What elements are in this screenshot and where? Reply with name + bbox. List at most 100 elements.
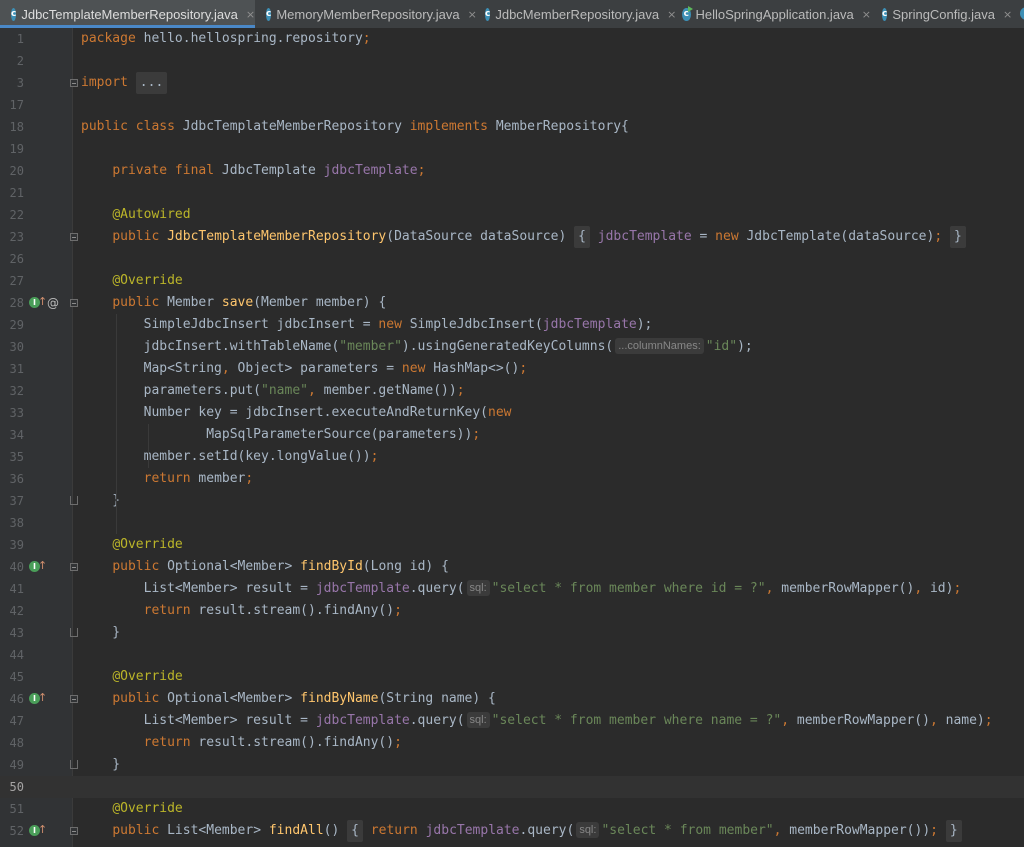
code-line[interactable]: 32 parameters.put("name", member.getName… — [0, 380, 1024, 402]
code-line[interactable]: 26 — [0, 248, 1024, 270]
code-line[interactable]: 44 — [0, 644, 1024, 666]
code-text: public JdbcTemplateMemberRepository(Data… — [81, 226, 966, 248]
code-token: } — [81, 625, 121, 640]
code-text: public List<Member> findAll() { return j… — [81, 820, 962, 842]
tab-0[interactable]: c JdbcTemplateMemberRepository.java × — [0, 0, 255, 28]
tab-1[interactable]: c MemoryMemberRepository.java × — [255, 0, 477, 28]
code-token: result.stream().findAny() — [198, 735, 395, 750]
code-line[interactable]: 50 — [0, 776, 1024, 798]
folded-code-marker[interactable]: { — [574, 226, 590, 248]
code-line[interactable]: 30 jdbcInsert.withTableName("member").us… — [0, 336, 1024, 358]
fold-end-icon[interactable] — [70, 496, 78, 505]
code-editor[interactable]: 1 package hello.hellospring.repository; 2 3… — [0, 28, 1024, 847]
code-line[interactable]: 17 — [0, 94, 1024, 116]
line-number: 47 — [9, 714, 24, 728]
fold-toggle-icon[interactable] — [70, 299, 78, 307]
code-token: jdbcTemplate — [425, 823, 520, 838]
fold-toggle-icon[interactable] — [70, 563, 78, 571]
code-line[interactable]: 22 @Autowired — [0, 204, 1024, 226]
tab-3[interactable]: c HelloSpringApplication.java × — [671, 0, 871, 28]
tab-4[interactable]: c SpringConfig.java × — [871, 0, 1012, 28]
close-icon[interactable]: × — [1003, 8, 1012, 21]
folded-code-marker[interactable]: ... — [135, 72, 168, 94]
fold-toggle-icon[interactable] — [70, 827, 78, 835]
code-token: .query( — [409, 713, 465, 728]
parameter-hint: sql: — [576, 822, 600, 838]
code-token: ; — [953, 581, 962, 596]
code-line[interactable]: 1 package hello.hellospring.repository; — [0, 28, 1024, 50]
code-line[interactable]: 31 Map<String, Object> parameters = new … — [0, 358, 1024, 380]
overflow-tab[interactable] — [1012, 0, 1024, 28]
code-token: member — [198, 471, 246, 486]
line-number: 36 — [9, 472, 24, 486]
code-token: ; — [930, 823, 946, 838]
tab-2[interactable]: c JdbcMemberRepository.java × — [474, 0, 676, 28]
code-line[interactable]: 42 return result.stream().findAny(); — [0, 600, 1024, 622]
code-line[interactable]: 35 member.setId(key.longValue()); — [0, 446, 1024, 468]
code-token: @Override — [112, 669, 183, 684]
fold-end-icon[interactable] — [70, 760, 78, 769]
code-token: private final — [112, 163, 222, 178]
code-line[interactable]: 28 I ↑ @ public Member save(Member member) … — [0, 292, 1024, 314]
code-line[interactable]: 19 — [0, 138, 1024, 160]
code-line[interactable]: 23 public JdbcTemplateMemberRepository(D… — [0, 226, 1024, 248]
code-token: (Long id) { — [362, 559, 449, 574]
code-line[interactable]: 45 @Override — [0, 666, 1024, 688]
code-token: public — [112, 559, 168, 574]
code-line[interactable]: 20 private final JdbcTemplate jdbcTempla… — [0, 160, 1024, 182]
code-line[interactable]: 39 @Override — [0, 534, 1024, 556]
at-sign-icon[interactable]: @ — [47, 292, 59, 314]
code-token: MemberRepository{ — [495, 119, 629, 134]
line-number: 32 — [9, 384, 24, 398]
line-number: 19 — [9, 142, 24, 156]
code-text: } — [81, 622, 120, 644]
folded-code-marker[interactable]: } — [945, 820, 962, 842]
line-number: 28 — [9, 296, 24, 310]
code-line[interactable]: 48 return result.stream().findAny(); — [0, 732, 1024, 754]
arrow-up-icon: ↑ — [38, 559, 48, 572]
close-icon[interactable]: × — [246, 8, 255, 21]
code-token: @Override — [112, 273, 183, 288]
line-number: 48 — [9, 736, 24, 750]
code-line[interactable]: 3 import ... — [0, 72, 1024, 94]
code-line[interactable]: 38 — [0, 512, 1024, 534]
code-token: return — [143, 735, 199, 750]
fold-toggle-icon[interactable] — [70, 233, 78, 241]
line-number: 43 — [9, 626, 24, 640]
fold-toggle-icon[interactable] — [70, 79, 78, 87]
class-icon: c — [266, 7, 272, 21]
folded-code-marker[interactable]: { — [347, 820, 363, 842]
code-line[interactable]: 40 I ↑ public Optional<Member> findById(Lo… — [0, 556, 1024, 578]
code-line[interactable]: 41 List<Member> result = jdbcTemplate.qu… — [0, 578, 1024, 600]
code-token: JdbcTemplateMemberRepository — [167, 229, 387, 244]
code-line[interactable]: 47 List<Member> result = jdbcTemplate.qu… — [0, 710, 1024, 732]
code-line[interactable]: 52 I ↑ public List<Member> findAll() { ret… — [0, 820, 1024, 842]
folded-code-marker[interactable]: } — [949, 226, 966, 248]
code-line[interactable]: 51 @Override — [0, 798, 1024, 820]
line-number: 26 — [9, 252, 24, 266]
fold-toggle-icon[interactable] — [70, 695, 78, 703]
code-line[interactable]: 21 — [0, 182, 1024, 204]
fold-end-icon[interactable] — [70, 628, 78, 637]
code-token: public — [112, 691, 168, 706]
code-line[interactable]: 18 public class JdbcTemplateMemberReposit… — [0, 116, 1024, 138]
code-line[interactable]: 43 } — [0, 622, 1024, 644]
code-token: ; — [472, 427, 481, 442]
code-token: ; — [245, 471, 254, 486]
code-line[interactable]: 33 Number key = jdbcInsert.executeAndRet… — [0, 402, 1024, 424]
code-line[interactable]: 29 SimpleJdbcInsert jdbcInsert = new Sim… — [0, 314, 1024, 336]
close-icon[interactable]: × — [862, 8, 871, 21]
code-line[interactable]: 36 return member; — [0, 468, 1024, 490]
code-line[interactable]: 27 @Override — [0, 270, 1024, 292]
arrow-up-icon: ↑ — [38, 691, 48, 704]
code-token: save — [221, 295, 254, 310]
code-line[interactable]: 49 } — [0, 754, 1024, 776]
code-line[interactable]: 46 I ↑ public Optional<Member> findByName(… — [0, 688, 1024, 710]
code-line[interactable]: 37 } — [0, 490, 1024, 512]
code-line[interactable]: 34 MapSqlParameterSource(parameters)); — [0, 424, 1024, 446]
code-token: new — [378, 317, 410, 332]
code-token: member.setId(key.longValue()) — [81, 449, 371, 464]
code-token: ; — [456, 383, 465, 398]
code-line[interactable]: 2 — [0, 50, 1024, 72]
